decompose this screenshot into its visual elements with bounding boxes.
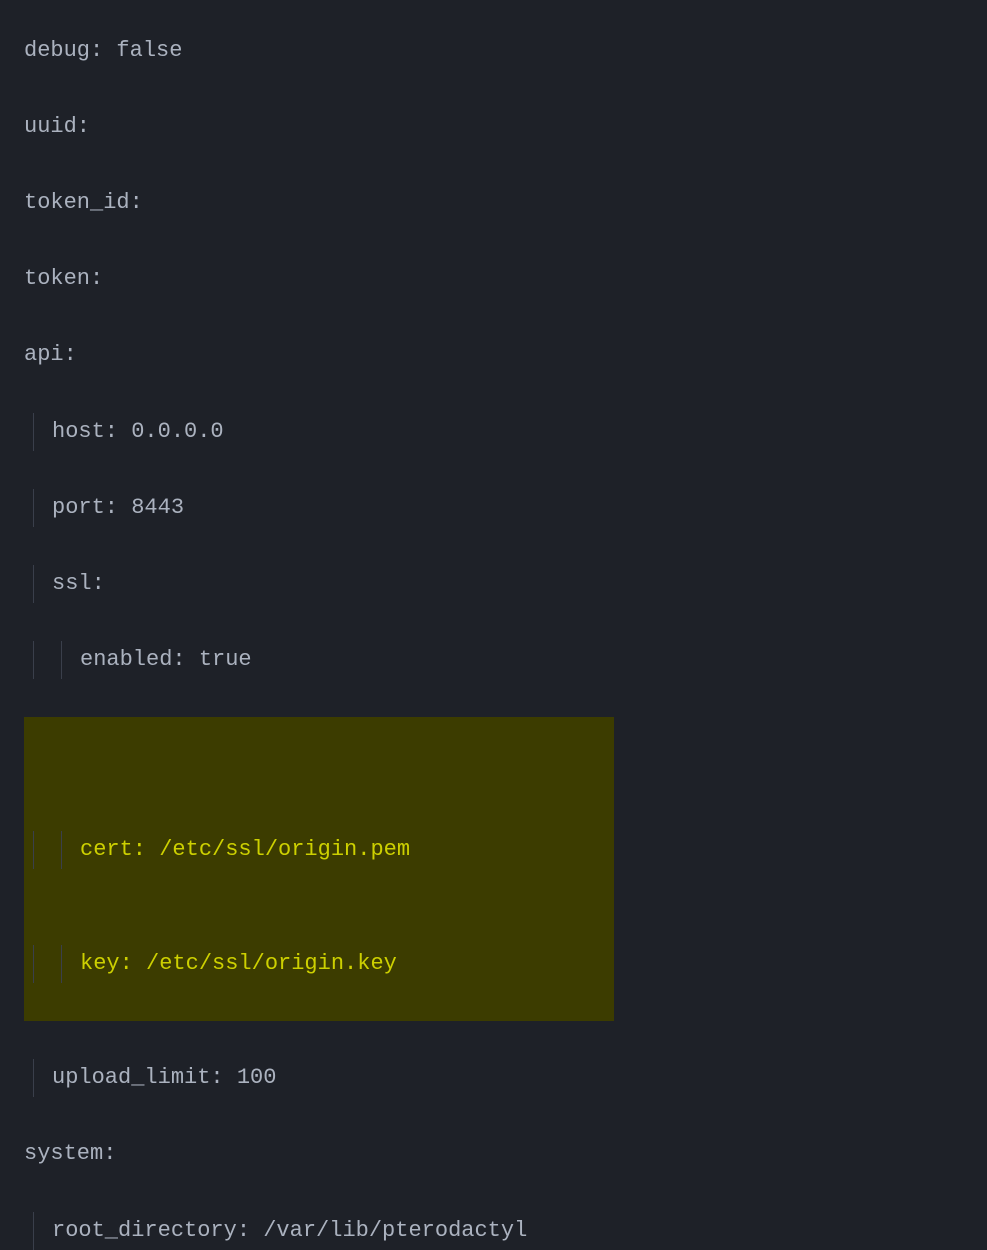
config-line-enabled: enabled: true [24, 641, 987, 679]
config-line-api: api: [24, 336, 987, 374]
yaml-code-block: debug: false uuid: token_id: token: api:… [0, 0, 987, 1250]
config-line-token-id: token_id: [24, 184, 987, 222]
config-line-debug: debug: false [24, 32, 987, 70]
config-line-host: host: 0.0.0.0 [24, 413, 987, 451]
config-line-key: key: /etc/ssl/origin.key [24, 945, 987, 983]
config-line-cert: cert: /etc/ssl/origin.pem [24, 831, 987, 869]
config-line-system: system: [24, 1135, 987, 1173]
config-line-root-directory: root_directory: /var/lib/pterodactyl [24, 1212, 987, 1250]
config-line-uuid: uuid: [24, 108, 987, 146]
config-line-token: token: [24, 260, 987, 298]
config-line-port: port: 8443 [24, 489, 987, 527]
highlighted-text: key: /etc/ssl/origin.key [80, 951, 397, 976]
highlighted-block: cert: /etc/ssl/origin.pem key: /etc/ssl/… [0, 717, 987, 1021]
highlighted-text: cert: /etc/ssl/origin.pem [80, 837, 410, 862]
config-line-ssl: ssl: [24, 565, 987, 603]
config-line-upload-limit: upload_limit: 100 [24, 1059, 987, 1097]
